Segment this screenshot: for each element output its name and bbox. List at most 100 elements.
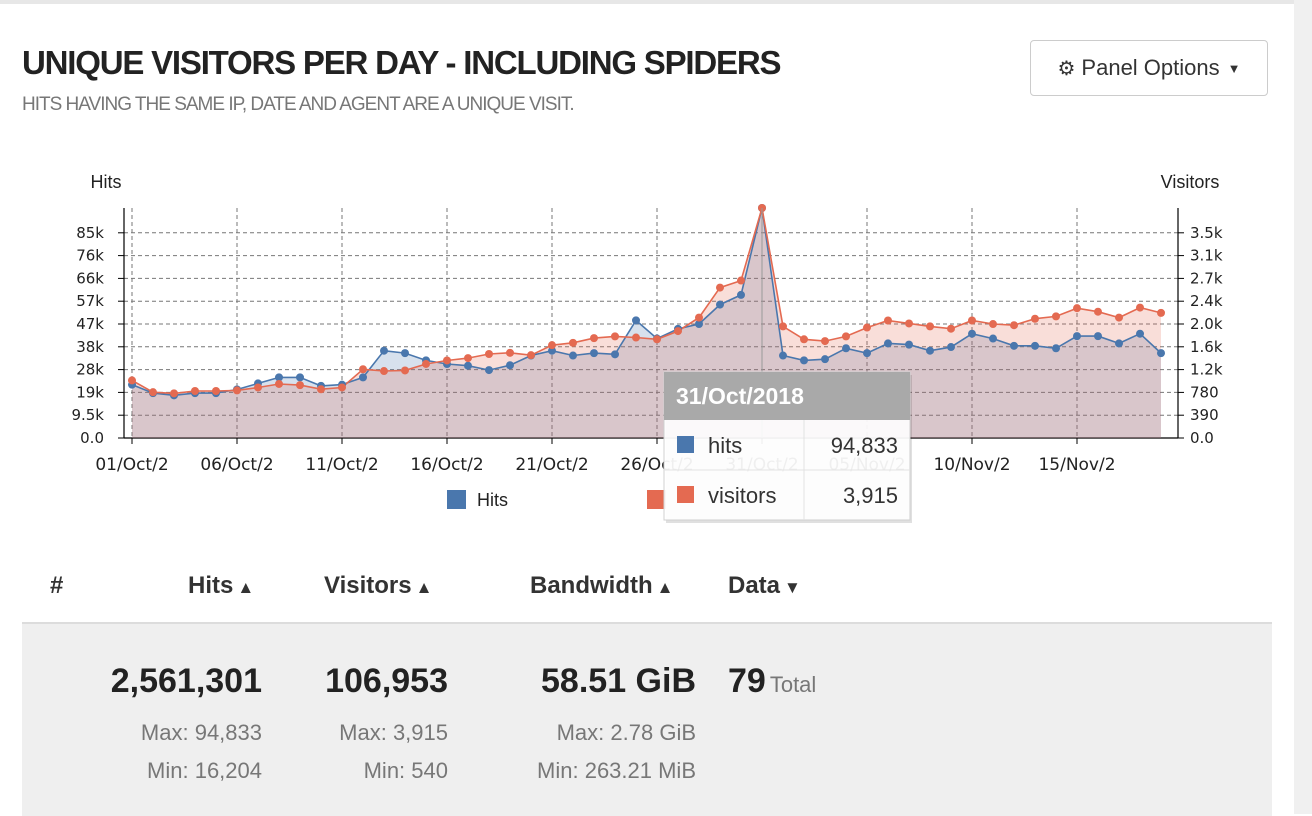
- y-tick-label-right: 0.0: [1190, 429, 1214, 447]
- y-tick-label-left: 57k: [76, 292, 104, 310]
- visitors-point: [590, 334, 598, 343]
- visitors-point: [653, 335, 661, 344]
- visitors-point: [947, 324, 955, 333]
- visitors-point: [485, 349, 493, 358]
- hits-point: [1136, 329, 1144, 338]
- visitors-point: [527, 351, 535, 360]
- visitors-point: [548, 341, 556, 350]
- visitors-point: [359, 365, 367, 374]
- x-tick-label: 15/Nov/2: [1038, 455, 1115, 475]
- hits-point: [863, 349, 871, 358]
- stats-table: # Hits ▲︎ Visitors ▲︎ Bandwidth ▲︎ Data ▼ 2,…: [22, 560, 1272, 816]
- header-bandwidth[interactable]: Bandwidth ▲︎: [530, 572, 673, 600]
- hits-point: [737, 290, 745, 299]
- visitors-point: [296, 381, 304, 390]
- hits-point: [632, 316, 640, 325]
- hits-point: [884, 339, 892, 348]
- visitors-point: [737, 276, 745, 285]
- bandwidth-max: Max: 2.78 GiB: [556, 720, 696, 745]
- header-hits[interactable]: Hits ▲︎: [188, 572, 254, 600]
- y-tick-label-right: 390: [1190, 406, 1219, 424]
- bandwidth-total: 58.51 GiB: [541, 662, 696, 700]
- visitors-point: [989, 320, 997, 329]
- visitors-point: [443, 356, 451, 365]
- visitors-point: [1136, 303, 1144, 312]
- sort-icon: ▲︎: [656, 578, 674, 597]
- x-tick-label: 11/Oct/2: [305, 455, 378, 475]
- visitors-point: [1157, 308, 1165, 317]
- visitors-point: [1052, 312, 1060, 321]
- hits-point: [905, 340, 913, 349]
- hits-point: [926, 346, 934, 355]
- visitors-point: [317, 385, 325, 394]
- visitors-point: [212, 387, 220, 396]
- y-tick-label-left: 28k: [76, 361, 104, 379]
- hits-point: [359, 373, 367, 382]
- visitors-point: [464, 354, 472, 363]
- hits-point: [590, 349, 598, 358]
- y-tick-label-left: 47k: [76, 315, 104, 333]
- tooltip-label-visitors: visitors: [708, 483, 776, 508]
- visitors-point: [821, 337, 829, 346]
- hits-point: [779, 351, 787, 360]
- hits-point: [1073, 332, 1081, 341]
- y-axis-label-left: Hits: [91, 172, 122, 192]
- x-tick-label: 10/Nov/2: [933, 455, 1010, 475]
- visitors-point: [338, 383, 346, 392]
- legend-swatch-visitors: [647, 490, 666, 509]
- visitors-min: Min: 540: [363, 758, 448, 783]
- legend-label-hits: Hits: [477, 490, 508, 510]
- tooltip-swatch-hits: [677, 436, 694, 453]
- hits-point: [1031, 341, 1039, 350]
- visitors-point: [569, 338, 577, 347]
- visitors-point: [695, 313, 703, 322]
- visitors-point: [905, 319, 913, 328]
- y-tick-label-right: 3.5k: [1190, 224, 1223, 242]
- hits-point: [380, 346, 388, 355]
- y-tick-label-right: 2.7k: [1190, 269, 1223, 287]
- visitors-point: [254, 383, 262, 392]
- y-tick-label-left: 66k: [76, 269, 104, 287]
- hits-point: [569, 351, 577, 360]
- stats-header-row: # Hits ▲︎ Visitors ▲︎ Bandwidth ▲︎ Data ▼: [22, 560, 1272, 622]
- sort-icon: ▲︎: [415, 578, 433, 597]
- y-tick-label-right: 1.2k: [1190, 361, 1223, 379]
- visitors-point: [926, 322, 934, 331]
- header-visitors[interactable]: Visitors ▲︎: [324, 572, 432, 600]
- visitors-point: [779, 322, 787, 331]
- visitors-point: [863, 323, 871, 332]
- data-total: 79 Total: [728, 662, 816, 701]
- y-tick-label-left: 85k: [76, 224, 104, 242]
- y-tick-label-right: 780: [1190, 383, 1219, 401]
- visitors-point: [800, 335, 808, 344]
- hits-point: [989, 334, 997, 343]
- visitors-point: [884, 316, 892, 325]
- hits-point: [464, 361, 472, 370]
- hits-point: [821, 355, 829, 364]
- hits-point: [1094, 332, 1102, 341]
- visitors-point: [380, 367, 388, 376]
- hits-point: [296, 373, 304, 382]
- visitors-point: [1031, 314, 1039, 323]
- visitors-point: [191, 387, 199, 396]
- header-data[interactable]: Data ▼: [728, 572, 801, 600]
- y-tick-label-left: 76k: [76, 247, 104, 265]
- visitors-point: [506, 348, 514, 357]
- visitors-area: [132, 208, 1161, 438]
- hits-max: Max: 94,833: [140, 720, 262, 745]
- hits-point: [1010, 341, 1018, 350]
- hits-total: 2,561,301: [110, 662, 262, 700]
- totals-row: 2,561,301 Max: 94,833 Min: 16,204 106,95…: [22, 622, 1272, 816]
- visitors-point: [1094, 307, 1102, 316]
- visitors-point: [422, 359, 430, 368]
- visitors-point: [1073, 304, 1081, 313]
- visitors-point: [149, 388, 157, 397]
- visitors-total: 106,953: [325, 662, 448, 700]
- hits-point: [1157, 349, 1165, 358]
- header-bandwidth-label: Bandwidth: [530, 572, 653, 599]
- visitors-point: [275, 379, 283, 388]
- hits-point: [716, 300, 724, 309]
- x-tick-label: 21/Oct/2: [515, 455, 588, 475]
- y-tick-label-right: 3.1k: [1190, 247, 1223, 265]
- hits-point: [842, 344, 850, 353]
